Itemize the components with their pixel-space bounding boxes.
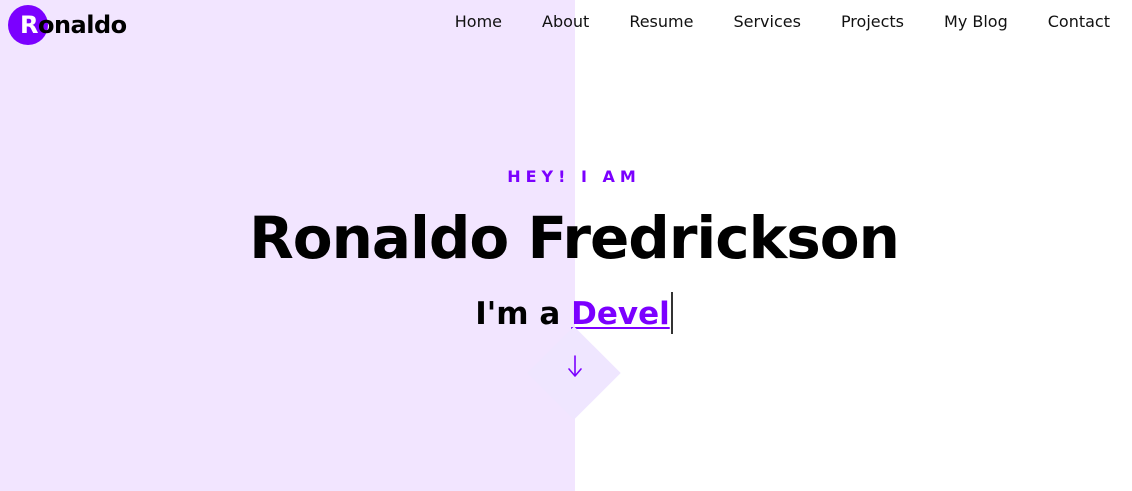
nav-link-services[interactable]: Services [733, 12, 800, 31]
tagline-prefix: I'm a [475, 296, 572, 332]
logo-text: Ronaldo [8, 5, 127, 45]
logo-rest: onaldo [37, 11, 127, 39]
logo-first-letter: R [20, 11, 38, 39]
nav-link-about[interactable]: About [542, 12, 589, 31]
nav-link-my-blog[interactable]: My Blog [944, 12, 1008, 31]
nav-link-projects[interactable]: Projects [841, 12, 904, 31]
site-logo[interactable]: Ronaldo [8, 5, 127, 45]
nav-link-home[interactable]: Home [455, 12, 502, 31]
navbar: Ronaldo Home About Resume Services Proje… [0, 0, 1132, 46]
hero-name: Ronaldo Fredrickson [249, 204, 900, 272]
nav-link-contact[interactable]: Contact [1048, 12, 1110, 31]
typed-role-text: Devel [571, 296, 670, 332]
typing-cursor [670, 292, 673, 334]
hero-section: HEY! I AM Ronaldo Fredrickson I'm a Deve… [0, 0, 1132, 491]
nav-link-resume[interactable]: Resume [629, 12, 693, 31]
scroll-down-button[interactable] [527, 326, 621, 420]
hero-eyebrow: HEY! I AM [507, 167, 641, 186]
hero-tagline: I'm a Devel [0, 292, 1132, 336]
main-nav: Home About Resume Services Projects My B… [455, 12, 1110, 31]
